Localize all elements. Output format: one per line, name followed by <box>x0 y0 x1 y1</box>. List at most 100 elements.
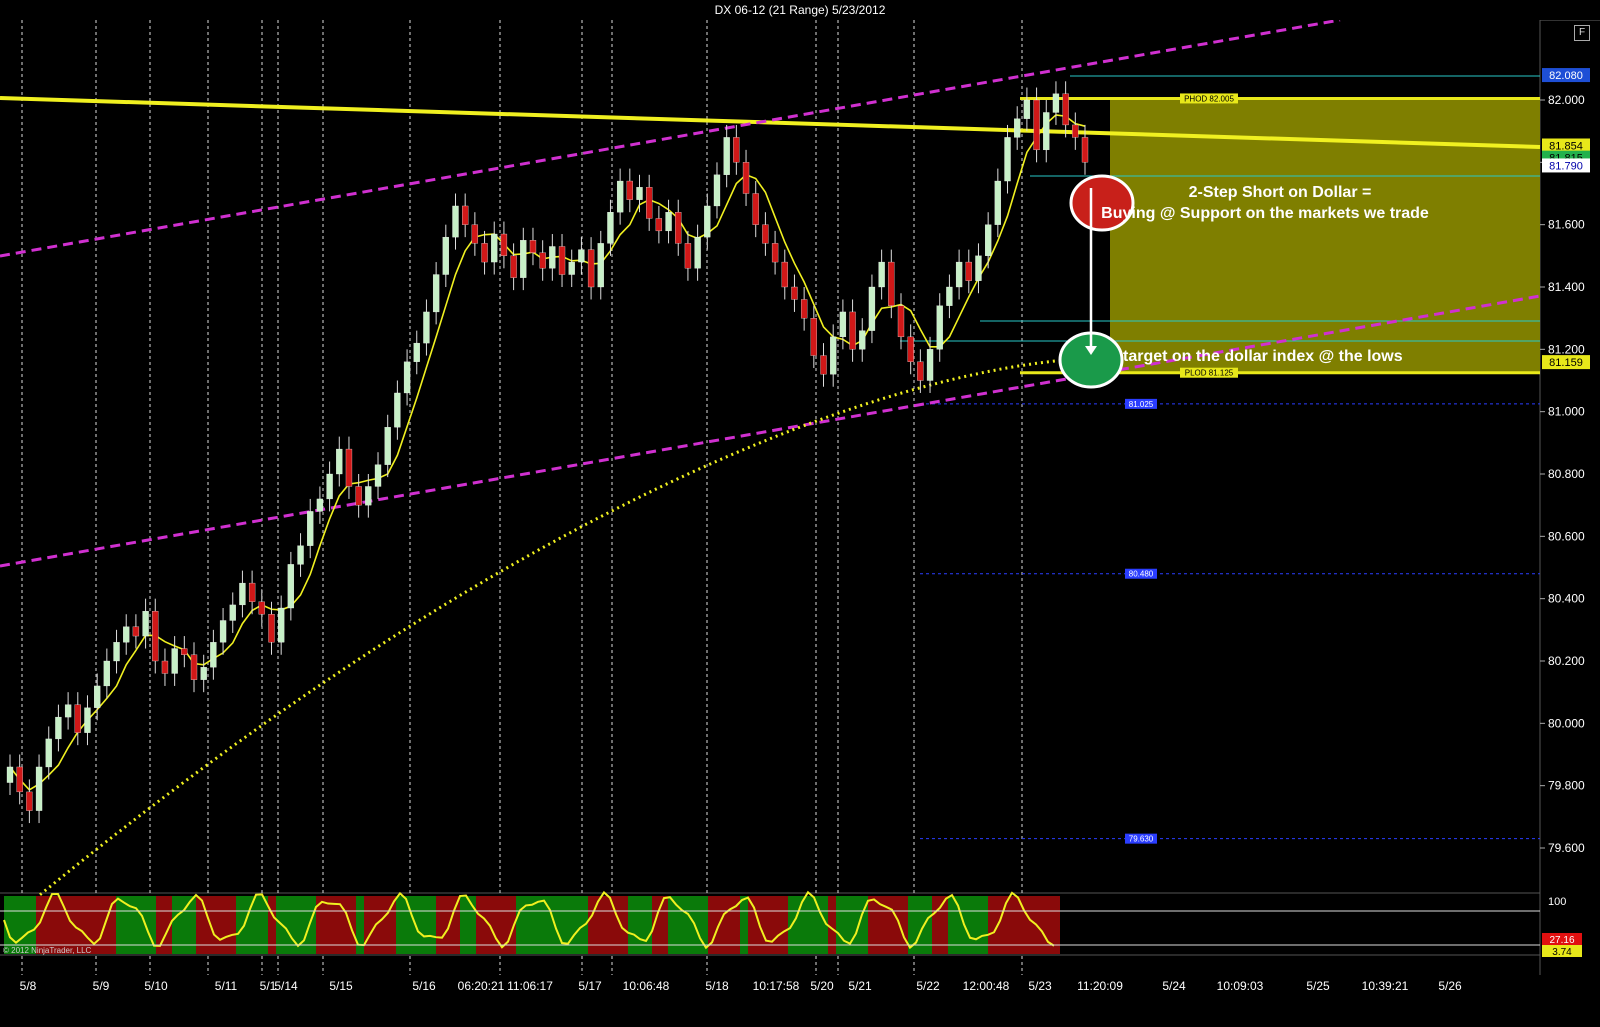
x-tick-label: 5/8 <box>20 979 37 993</box>
candle-body <box>510 255 517 278</box>
candle-body <box>820 355 827 375</box>
candle-body <box>1072 124 1079 138</box>
candle-body <box>219 620 227 643</box>
candle-body <box>1033 99 1040 151</box>
candle-body <box>161 660 169 674</box>
candle-body <box>694 236 701 269</box>
candle-body <box>568 261 575 275</box>
x-tick-label: 5/21 <box>848 979 872 993</box>
candle-body <box>442 236 449 275</box>
candle-body <box>26 791 33 811</box>
candle-body <box>597 243 604 288</box>
x-tick-label: 10:39:21 <box>1362 979 1409 993</box>
candle-body <box>1062 93 1069 126</box>
candle-body <box>423 311 430 344</box>
x-axis: 5/8 5/9 5/10 5/11 5/15/14 5/15 5/16 06:20:21 11:… <box>20 979 1462 993</box>
x-tick-label: 5/26 <box>1438 979 1462 993</box>
candle-body <box>413 342 420 362</box>
y-tick-label: 82.000 <box>1548 93 1585 107</box>
candle-body <box>210 642 217 668</box>
candle-body <box>1014 118 1021 138</box>
candle-body <box>297 545 304 565</box>
level-label: PLOD 81.125 <box>1185 369 1234 378</box>
candle-body <box>810 318 817 356</box>
chart-title: DX 06-12 (21 Range) 5/23/2012 <box>714 3 886 17</box>
x-tick-label: 5/16 <box>412 979 436 993</box>
candle-body <box>675 212 682 244</box>
candle-body <box>897 305 905 338</box>
candle-body <box>84 707 91 733</box>
candle-body <box>655 218 663 232</box>
candle-body <box>152 610 159 662</box>
candle-body <box>684 243 692 269</box>
candle-body <box>558 246 566 275</box>
candle-body <box>258 601 265 615</box>
annotation-line-2: Buying @ Support on the markets we trade <box>1101 205 1429 222</box>
candle-body <box>926 349 934 381</box>
candle-body <box>462 205 469 225</box>
y-tick-label: 81.400 <box>1548 280 1585 294</box>
x-tick-label: 5/20 <box>810 979 834 993</box>
y-tick-label: 80.200 <box>1548 654 1585 668</box>
candle-body <box>975 255 982 281</box>
candle-body <box>200 667 207 680</box>
candle-body <box>520 240 527 278</box>
price-tag-label: 82.080 <box>1549 70 1583 82</box>
x-tick-label: 5/22 <box>916 979 940 993</box>
candle-body <box>665 212 672 232</box>
candle-body <box>752 193 759 225</box>
candle-body <box>55 716 62 740</box>
candle-body <box>394 392 401 428</box>
candle-body <box>946 286 953 306</box>
osc-tick-label: 100 <box>1548 896 1566 908</box>
candle-body <box>955 261 963 288</box>
y-tick-label: 79.600 <box>1548 841 1585 855</box>
candle-body <box>965 261 972 281</box>
level-label: 81.025 <box>1129 400 1154 409</box>
candle-body <box>868 286 876 331</box>
candle-body <box>1081 137 1089 163</box>
candle-body <box>103 660 110 687</box>
candle-body <box>646 187 653 219</box>
x-tick-label: 11:20:09 <box>1077 979 1123 993</box>
candle-body <box>384 427 391 465</box>
annotation-line-1: 2-Step Short on Dollar = <box>1189 184 1372 201</box>
candle-body <box>839 311 847 338</box>
price-tag-label: 81.159 <box>1549 357 1583 369</box>
candle-body <box>123 626 130 643</box>
candle-body <box>287 564 295 609</box>
candle-body <box>849 311 856 350</box>
x-tick-label: 5/24 <box>1162 979 1186 993</box>
title-bar: DX 06-12 (21 Range) 5/23/2012 <box>0 0 1600 21</box>
candle-body <box>64 704 72 718</box>
candle-body <box>239 582 246 606</box>
x-tick-label: 10:17:58 <box>753 979 800 993</box>
y-tick-label: 81.000 <box>1548 405 1585 419</box>
candle-body <box>1023 99 1031 119</box>
candle-body <box>471 224 479 244</box>
candle-body <box>1004 137 1011 182</box>
candle-body <box>791 286 798 300</box>
candle-body <box>917 361 924 381</box>
x-tick-label: 06:20:21 <box>458 979 505 993</box>
level-label: 80.480 <box>1129 570 1154 579</box>
candle-body <box>616 180 624 213</box>
candle-body <box>888 261 895 306</box>
y-tick-label: 81.600 <box>1548 218 1585 232</box>
candle-body <box>16 766 23 793</box>
y-tick-label: 80.400 <box>1548 592 1585 606</box>
y-tick-label: 80.800 <box>1548 467 1585 481</box>
candle-body <box>355 486 362 506</box>
x-tick-label: 5/10 <box>144 979 168 993</box>
level-label: 79.630 <box>1129 835 1154 844</box>
y-tick-label: 81.200 <box>1548 342 1585 356</box>
x-tick-label: 5/14 <box>274 979 298 993</box>
candle-body <box>248 582 256 602</box>
candle-body <box>94 685 101 708</box>
candle-body <box>994 180 1001 225</box>
x-tick-label: 5/17 <box>578 979 602 993</box>
candle-body <box>142 610 149 637</box>
y-tick-label: 79.800 <box>1548 779 1585 793</box>
candle-body <box>181 648 188 655</box>
candle-body <box>365 486 372 506</box>
